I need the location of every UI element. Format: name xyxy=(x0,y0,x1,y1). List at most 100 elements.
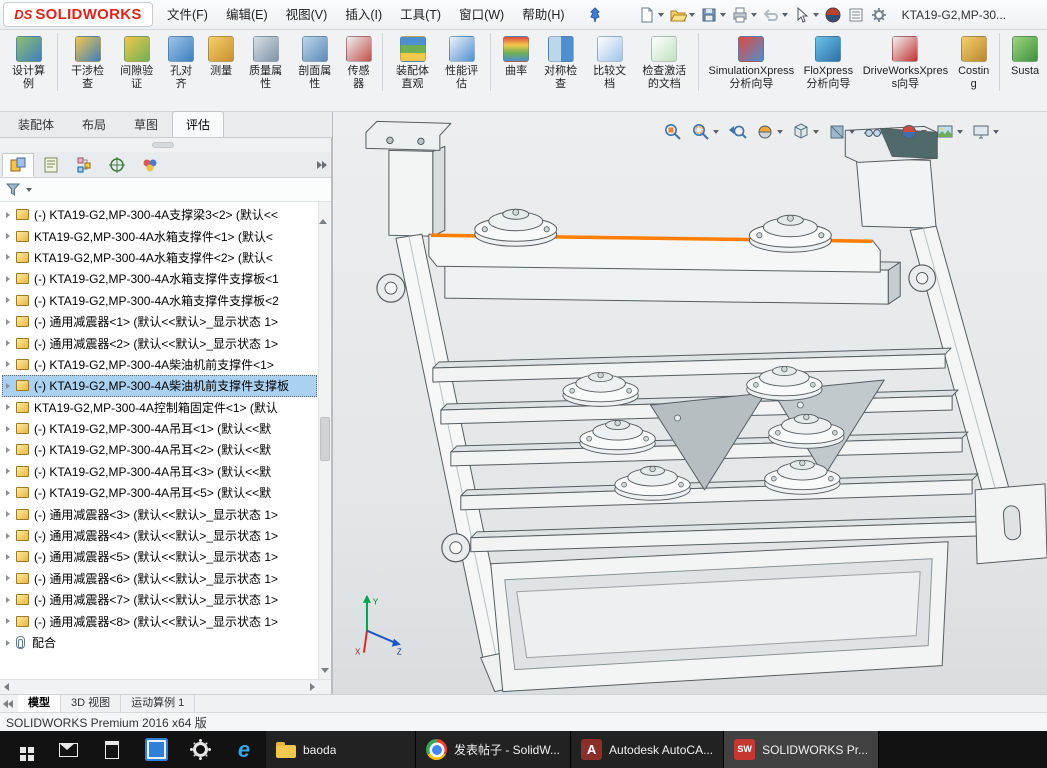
tree-item[interactable]: (-) 通用减震器<4> (默认<<默认>_显示状态 1> xyxy=(2,525,317,546)
tree-item[interactable]: (-) 通用减震器<5> (默认<<默认>_显示状态 1> xyxy=(2,546,317,567)
expand-arrow-icon[interactable] xyxy=(6,297,10,304)
undo-icon[interactable] xyxy=(760,4,790,26)
taskbar-pinned-icon[interactable] xyxy=(178,731,222,768)
commandmanager-tab[interactable]: 评估 xyxy=(172,111,225,137)
menu-item[interactable]: 帮助(H) xyxy=(513,0,573,30)
taskbar-app-button[interactable]: 发表帖子 - SolidW... xyxy=(416,731,572,768)
zoom-to-area-icon[interactable] xyxy=(689,120,721,144)
ribbon-button[interactable]: 设计算例 xyxy=(4,33,59,91)
property-manager-tab[interactable] xyxy=(35,153,67,177)
expand-arrow-icon[interactable] xyxy=(6,211,10,218)
expand-arrow-icon[interactable] xyxy=(6,382,10,389)
menu-item[interactable]: 工具(T) xyxy=(391,0,450,30)
scroll-left-icon[interactable] xyxy=(4,683,9,691)
tree-item[interactable]: (-) KTA19-G2,MP-300-4A吊耳<1> (默认<<默 xyxy=(2,418,317,439)
assembly-3d-model[interactable]: Y X Z xyxy=(333,112,1047,694)
ribbon-button[interactable]: 装配体直观 xyxy=(388,33,437,91)
document-tab[interactable]: 模型 xyxy=(18,695,61,712)
expand-arrow-icon[interactable] xyxy=(6,639,10,646)
graphics-area[interactable]: Y X Z xyxy=(332,112,1047,694)
expand-arrow-icon[interactable] xyxy=(6,575,10,582)
task-pane-icon[interactable] xyxy=(845,4,867,26)
section-view-icon[interactable] xyxy=(753,120,785,144)
scroll-up-icon[interactable] xyxy=(319,202,327,224)
select-cursor-icon[interactable] xyxy=(791,4,821,26)
tree-item[interactable]: (-) KTA19-G2,MP-300-4A柴油机前支撑件支撑板 xyxy=(2,375,317,397)
taskbar-app-button[interactable]: baoda xyxy=(266,731,416,768)
tree-item[interactable]: KTA19-G2,MP-300-4A水箱支撑件<2> (默认< xyxy=(2,247,317,268)
display-manager-tab[interactable] xyxy=(134,153,166,177)
expand-arrow-icon[interactable] xyxy=(6,275,10,282)
ribbon-button[interactable]: 传感器 xyxy=(339,33,384,91)
tree-item[interactable]: (-) KTA19-G2,MP-300-4A支撑梁3<2> (默认<< xyxy=(2,204,317,225)
tree-filter-bar[interactable] xyxy=(0,178,331,202)
new-document-icon[interactable] xyxy=(636,4,666,26)
ribbon-button[interactable]: DriveWorksXpress向导 xyxy=(858,33,952,91)
hide-show-items-icon[interactable] xyxy=(861,120,893,144)
expand-arrow-icon[interactable] xyxy=(6,404,10,411)
ribbon-button[interactable]: FloXpress分析向导 xyxy=(798,33,858,91)
print-document-icon[interactable] xyxy=(729,4,759,26)
ribbon-button[interactable]: 对称检查 xyxy=(536,33,585,91)
tree-item[interactable]: (-) KTA19-G2,MP-300-4A吊耳<2> (默认<<默 xyxy=(2,439,317,460)
tree-horizontal-scrollbar[interactable] xyxy=(0,679,331,694)
ribbon-button[interactable]: 检查激活的文档 xyxy=(634,33,700,91)
ribbon-button[interactable]: 测量 xyxy=(201,33,241,79)
tree-item[interactable]: (-) KTA19-G2,MP-300-4A水箱支撑件支撑板<1 xyxy=(2,268,317,289)
tree-vertical-scrollbar[interactable] xyxy=(318,202,331,679)
taskbar-app-button[interactable]: A Autodesk AutoCA... xyxy=(571,731,725,768)
document-tab[interactable]: 3D 视图 xyxy=(61,695,122,712)
menu-item[interactable]: 视图(V) xyxy=(277,0,337,30)
expand-arrow-icon[interactable] xyxy=(6,340,10,347)
ribbon-button[interactable]: SimulationXpress分析向导 xyxy=(704,33,798,91)
expand-arrow-icon[interactable] xyxy=(6,532,10,539)
zoom-to-fit-icon[interactable] xyxy=(661,120,685,144)
expand-arrow-icon[interactable] xyxy=(6,618,10,625)
edit-appearance-icon[interactable] xyxy=(897,120,929,144)
configuration-manager-tab[interactable] xyxy=(68,153,100,177)
doc-tabs-overflow-chevron[interactable] xyxy=(0,696,18,712)
view-settings-icon[interactable] xyxy=(969,120,1001,144)
ribbon-button[interactable]: 干涉检查 xyxy=(63,33,112,91)
tree-item[interactable]: (-) KTA19-G2,MP-300-4A水箱支撑件支撑板<2 xyxy=(2,290,317,311)
taskbar-app-button[interactable]: SW SOLIDWORKS Pr... xyxy=(724,731,880,768)
expand-arrow-icon[interactable] xyxy=(6,254,10,261)
display-style-icon[interactable] xyxy=(825,120,857,144)
tree-item[interactable]: KTA19-G2,MP-300-4A水箱支撑件<1> (默认< xyxy=(2,225,317,246)
commandmanager-tab[interactable]: 布局 xyxy=(68,111,120,137)
ribbon-button[interactable]: 曲率 xyxy=(496,33,536,79)
view-orientation-icon[interactable] xyxy=(789,120,821,144)
solidworks-resources-icon[interactable] xyxy=(822,4,844,26)
start-button[interactable] xyxy=(0,731,46,768)
ribbon-button[interactable]: Susta xyxy=(1005,33,1045,79)
expand-arrow-icon[interactable] xyxy=(6,511,10,518)
apply-scene-icon[interactable] xyxy=(933,120,965,144)
menu-item[interactable]: 窗口(W) xyxy=(450,0,513,30)
expand-arrow-icon[interactable] xyxy=(6,425,10,432)
solidworks-logo[interactable]: DS SOLIDWORKS xyxy=(3,2,153,27)
save-document-icon[interactable] xyxy=(698,4,728,26)
tree-item[interactable]: (-) KTA19-G2,MP-300-4A吊耳<5> (默认<<默 xyxy=(2,482,317,503)
previous-view-icon[interactable] xyxy=(725,120,749,144)
tree-item[interactable]: (-) 通用减震器<1> (默认<<默认>_显示状态 1> xyxy=(2,311,317,332)
taskbar-pinned-icon[interactable] xyxy=(134,731,178,768)
expand-arrow-icon[interactable] xyxy=(6,468,10,475)
taskbar-pinned-icon[interactable] xyxy=(90,731,134,768)
panel-splitter[interactable] xyxy=(0,138,331,152)
document-tab[interactable]: 运动算例 1 xyxy=(121,695,196,712)
side-bracket-with-slot[interactable] xyxy=(974,483,1047,565)
scrollbar-thumb[interactable] xyxy=(320,417,330,461)
ribbon-button[interactable]: 比较文档 xyxy=(585,33,634,91)
ribbon-button[interactable]: 性能评估 xyxy=(437,33,492,91)
commandmanager-tab[interactable]: 草图 xyxy=(120,111,172,137)
open-document-icon[interactable] xyxy=(667,4,697,26)
options-gear-icon[interactable] xyxy=(868,4,890,26)
ribbon-button[interactable]: 间隙验证 xyxy=(112,33,161,91)
expand-arrow-icon[interactable] xyxy=(6,318,10,325)
radiator-mount-bracket-left[interactable] xyxy=(365,120,452,237)
pin-icon[interactable] xyxy=(588,6,602,23)
tree-item[interactable]: (-) KTA19-G2,MP-300-4A吊耳<3> (默认<<默 xyxy=(2,461,317,482)
feature-manager-tab[interactable] xyxy=(2,152,34,177)
taskbar-pinned-icon[interactable] xyxy=(46,731,90,768)
oil-pan-tray[interactable] xyxy=(490,541,949,693)
